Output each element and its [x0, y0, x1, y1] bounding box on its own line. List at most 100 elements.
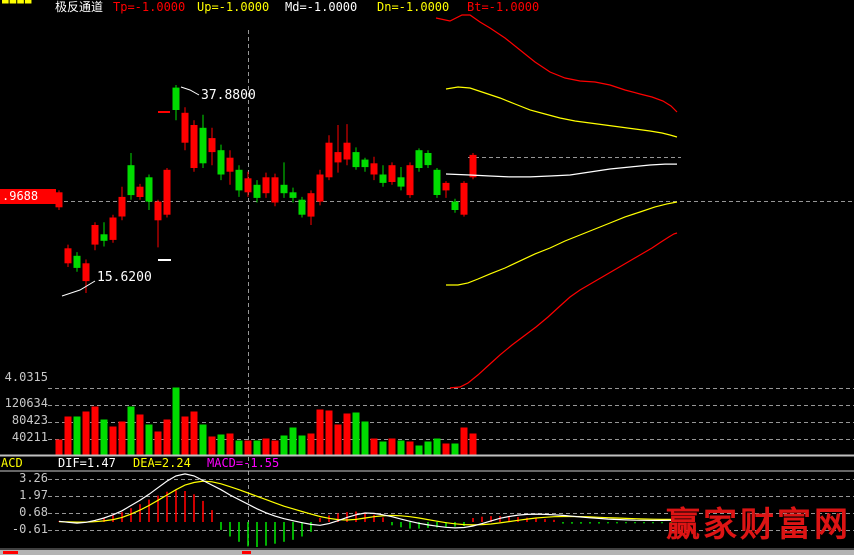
low-price-annotation: 15.6200 [97, 271, 152, 285]
stock-chart-window: ■■■■ 极反通道 Tp=-1.0000Up=-1.0000Md=-1.0000… [0, 0, 854, 555]
volume-bar [380, 442, 387, 455]
volume-bar [119, 422, 126, 455]
dea-line [59, 481, 671, 525]
candle-body [101, 234, 108, 241]
volume-bar [209, 437, 216, 455]
volume-bar [362, 422, 369, 455]
candle-body [146, 177, 153, 201]
volume-bar [434, 439, 441, 455]
candle-body [209, 138, 216, 152]
volume-bar [443, 444, 450, 455]
candle-body [254, 185, 261, 198]
volume-bar [416, 446, 423, 455]
low-annotation-pointer [62, 281, 95, 296]
bottom-left-red-marker [3, 551, 18, 554]
macd-dif-value: DIF=1.47 [58, 457, 116, 470]
volume-bar [425, 442, 432, 455]
candle-body [443, 183, 450, 191]
candle-body [371, 163, 378, 174]
macd-axis-label-neg-0-61: -0.61 [0, 523, 48, 536]
candle-body [317, 175, 324, 202]
candle-body [227, 158, 234, 172]
volume-bar [272, 441, 279, 455]
current-price-tag: .9688 [0, 189, 56, 204]
volume-bar [245, 441, 252, 455]
volume-bar [92, 407, 99, 455]
volume-bar [182, 417, 189, 455]
high-price-annotation: 37.8800 [201, 89, 256, 103]
candle-body [470, 155, 477, 177]
candle-body [200, 128, 207, 164]
candle-body [380, 175, 387, 183]
channel-line-bt [450, 233, 677, 388]
volume-axis-label-80423: 80423 [0, 414, 48, 427]
candle-body [407, 165, 414, 195]
volume-bar [263, 439, 270, 455]
volume-bar [344, 414, 351, 455]
macd-dea-value: DEA=2.24 [133, 457, 191, 470]
candle-body [281, 185, 288, 193]
volume-bar [326, 411, 333, 455]
macd-macd-value: MACD=-1.55 [207, 457, 279, 470]
candle-body [326, 143, 333, 178]
candle-body [308, 193, 315, 216]
volume-bar [308, 434, 315, 455]
candle-body [164, 170, 171, 215]
volume-bar [74, 417, 81, 455]
candle-body [119, 197, 126, 217]
high-annotation-pointer [181, 87, 199, 95]
candle-body [416, 150, 423, 168]
candle-body [137, 187, 144, 197]
volume-bar [290, 428, 297, 455]
candle-body [173, 88, 180, 110]
candle-body [353, 152, 360, 167]
volume-axis-label-40211: 40211 [0, 431, 48, 444]
candle-body [290, 192, 297, 198]
candle-body [461, 183, 468, 215]
volume-bar [353, 413, 360, 455]
macd-axis-label-3-26: 3.26 [0, 472, 48, 485]
bottom-statusbar[interactable] [0, 550, 854, 555]
candle-body [425, 153, 432, 165]
candle-body [191, 125, 198, 168]
price-axis-bottom-label: 4.0315 [0, 371, 48, 384]
macd-axis-label-1-97: 1.97 [0, 489, 48, 502]
candle-body [74, 256, 81, 268]
candle-body [272, 177, 279, 202]
candle-body [245, 178, 252, 192]
candle-body [110, 218, 117, 240]
volume-bar [56, 440, 63, 455]
channel-line-tp [436, 15, 677, 112]
volume-axis-label-120634: 120634 [0, 397, 48, 410]
volume-bar [191, 412, 198, 455]
volume-bar [146, 425, 153, 455]
volume-bar [389, 439, 396, 455]
candle-body [155, 202, 162, 221]
volume-bar [335, 425, 342, 455]
channel-line-dn [446, 202, 677, 285]
candle-body [128, 165, 135, 195]
candle-body [182, 113, 189, 143]
volume-bar [371, 439, 378, 455]
candle-body [434, 170, 441, 195]
candle-body [398, 177, 405, 186]
candle-body [452, 202, 459, 210]
volume-bar [317, 410, 324, 455]
candle-body [83, 263, 90, 281]
candle-body [92, 225, 99, 245]
macd-axis-label-0-68: 0.68 [0, 506, 48, 519]
volume-bar [254, 441, 261, 455]
watermark-text: 赢家财富网 [666, 503, 851, 547]
volume-bar [470, 434, 477, 455]
candle-body [56, 192, 63, 207]
volume-bar [65, 417, 72, 455]
volume-bar [461, 428, 468, 455]
candle-body [236, 170, 243, 191]
channel-line-md [446, 164, 677, 177]
volume-bar [110, 427, 117, 455]
candle-body [263, 177, 270, 193]
volume-bar [164, 420, 171, 455]
volume-bar [281, 436, 288, 455]
candle-body [299, 200, 306, 215]
volume-bar [200, 425, 207, 455]
